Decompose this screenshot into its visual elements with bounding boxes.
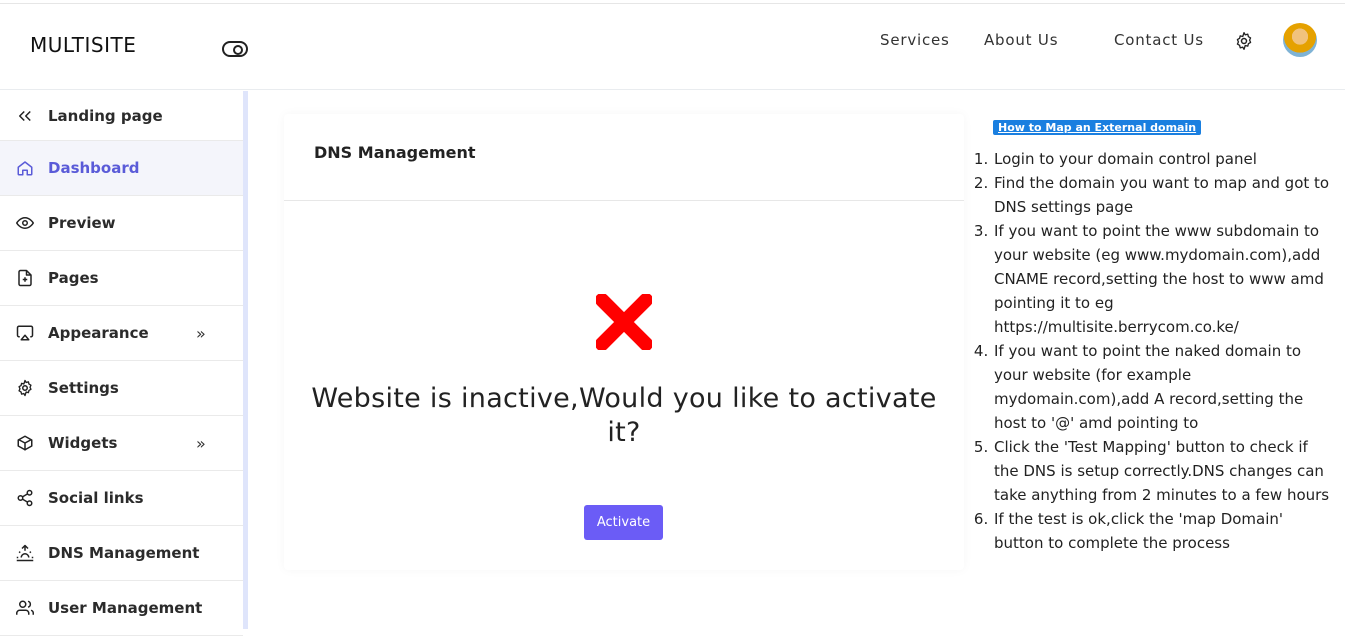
gear-icon (15, 378, 35, 398)
activate-button[interactable]: Activate (584, 505, 663, 540)
sidebar-item-dns-management[interactable]: DNS Management (0, 526, 243, 581)
help-step: Login to your domain control panel (993, 147, 1335, 171)
help-panel: How to Map an External domain Login to y… (975, 116, 1335, 555)
settings-gear-icon[interactable] (1234, 31, 1254, 51)
chevron-right-icon[interactable]: » (196, 324, 206, 343)
help-steps: Login to your domain control panel Find … (975, 147, 1335, 555)
nav-services[interactable]: Services (880, 31, 950, 49)
help-step: If you want to point the naked domain to… (993, 339, 1335, 435)
sidebar-item-label: Widgets (48, 434, 118, 452)
home-icon (15, 158, 35, 178)
sidebar-item-label: Preview (48, 214, 116, 232)
file-plus-icon (15, 268, 35, 288)
sidebar-item-label: Settings (48, 379, 119, 397)
monitor-icon (15, 323, 35, 343)
sidebar-item-label: Pages (48, 269, 99, 287)
help-step: Click the 'Test Mapping' button to check… (993, 435, 1335, 507)
box-icon (15, 433, 35, 453)
brand-logo[interactable]: MULTISITE (30, 33, 136, 57)
sidebar-item-label: Appearance (48, 324, 149, 342)
double-left-arrow-icon (15, 106, 35, 126)
user-avatar[interactable] (1283, 23, 1317, 57)
nav-about-us[interactable]: About Us (984, 31, 1058, 49)
eye-icon (15, 213, 35, 233)
sunrise-icon (15, 543, 35, 563)
sidebar-item-label: Social links (48, 489, 144, 507)
sidebar-item-label: Dashboard (48, 159, 140, 177)
help-step: If the test is ok,click the 'map Domain'… (993, 507, 1335, 555)
sidebar-item-pages[interactable]: Pages (0, 251, 243, 306)
sidebar-item-settings[interactable]: Settings (0, 361, 243, 416)
sidebar-item-label: Landing page (48, 106, 163, 125)
help-step: Find the domain you want to map and got … (993, 171, 1335, 219)
top-border (0, 0, 1345, 4)
chevron-right-icon[interactable]: » (196, 434, 206, 453)
dns-card: DNS Management Website is inactive,Would… (284, 114, 964, 570)
sidebar-item-dashboard[interactable]: Dashboard (0, 141, 243, 196)
nav-contact-us[interactable]: Contact Us (1114, 31, 1204, 49)
inactive-message: Website is inactive,Would you like to ac… (311, 383, 937, 448)
sidebar-item-label: DNS Management (48, 544, 200, 562)
sidebar: Landing page Dashboard Preview Pages App… (0, 91, 248, 636)
sidebar-item-social-links[interactable]: Social links (0, 471, 243, 526)
help-step: If you want to point the www subdomain t… (993, 219, 1335, 339)
card-title: DNS Management (284, 114, 964, 201)
share-icon (15, 488, 35, 508)
error-x-icon (596, 294, 652, 350)
sidebar-item-preview[interactable]: Preview (0, 196, 243, 251)
top-navbar: MULTISITE Services About Us Contact Us (0, 5, 1345, 90)
help-link[interactable]: How to Map an External domain (993, 120, 1202, 135)
sidebar-item-widgets[interactable]: Widgets » (0, 416, 243, 471)
toggle-sidebar-icon[interactable] (222, 41, 248, 57)
users-icon (15, 598, 35, 618)
card-body: Website is inactive,Would you like to ac… (284, 201, 964, 570)
sidebar-item-user-management[interactable]: User Management (0, 581, 243, 636)
sidebar-item-label: User Management (48, 599, 203, 617)
sidebar-item-appearance[interactable]: Appearance » (0, 306, 243, 361)
sidebar-item-landing-page[interactable]: Landing page (0, 91, 243, 141)
